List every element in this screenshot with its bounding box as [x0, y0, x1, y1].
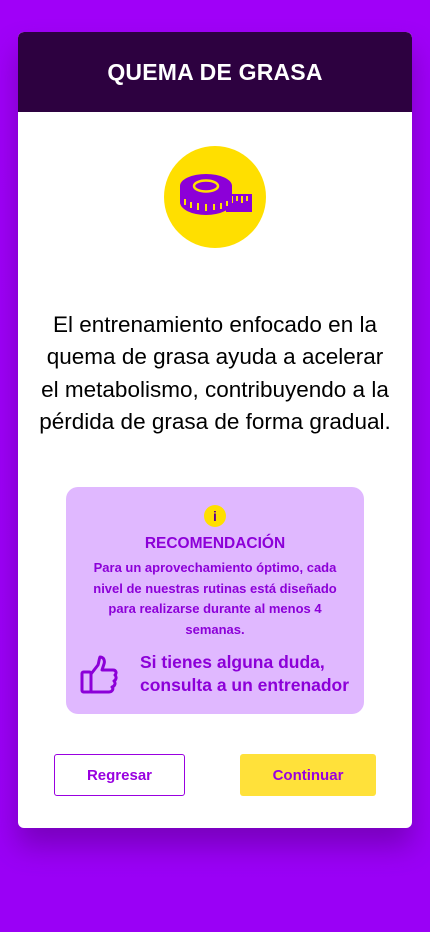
thumbs-up-icon	[80, 655, 118, 695]
back-button[interactable]: Regresar	[54, 754, 185, 796]
recommendation-box: i RECOMENDACIÓN Para un aprovechamiento …	[66, 487, 364, 714]
recommendation-text: Para un aprovechamiento óptimo, cada niv…	[93, 560, 337, 637]
continue-button[interactable]: Continuar	[240, 754, 376, 796]
description-text: El entrenamiento enfocado en la quema de…	[39, 311, 391, 435]
measuring-tape-icon	[164, 146, 266, 248]
onboarding-card: QUEMA DE GRASA El entrenamiento enfocado…	[18, 32, 412, 828]
page-title: QUEMA DE GRASA	[107, 58, 323, 85]
card-header: QUEMA DE GRASA	[18, 32, 412, 112]
info-icon: i	[204, 505, 226, 527]
advice-text: Si tienes alguna duda, consulta a un ent…	[140, 652, 350, 695]
recommendation-title: RECOMENDACIÓN	[144, 535, 286, 552]
